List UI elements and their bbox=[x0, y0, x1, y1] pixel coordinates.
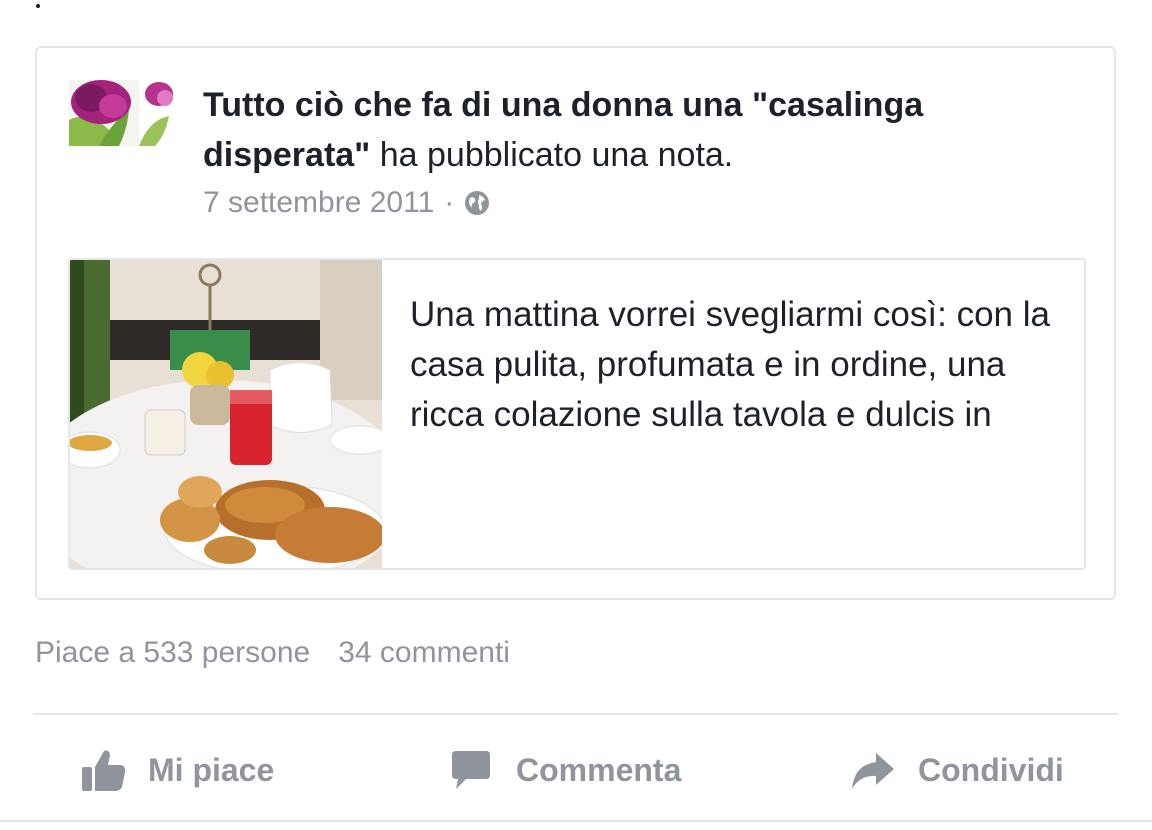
tulip-flower-photo bbox=[69, 80, 179, 146]
page-avatar[interactable] bbox=[69, 80, 179, 146]
post-card: Tutto ciò che fa di una donna una "casal… bbox=[35, 46, 1116, 600]
like-label: Mi piace bbox=[148, 751, 275, 788]
action-bar: Mi piace Commenta Condividi bbox=[0, 740, 1152, 800]
breakfast-table-photo bbox=[70, 260, 382, 568]
note-excerpt: Una mattina vorrei svegliarmi così: con … bbox=[410, 295, 1050, 434]
comment-bubble-icon bbox=[452, 751, 490, 789]
globe-icon[interactable] bbox=[464, 190, 490, 216]
comments-count[interactable]: 34 commenti bbox=[338, 636, 510, 670]
status-dot bbox=[36, 4, 40, 8]
share-label: Condividi bbox=[918, 751, 1064, 788]
divider bbox=[33, 713, 1118, 715]
thumbs-up-icon bbox=[82, 750, 126, 791]
share-arrow-icon bbox=[852, 753, 894, 789]
post-action-text: ha pubblicato una nota. bbox=[370, 136, 734, 174]
post-meta: 7 settembre 2011 · bbox=[203, 186, 490, 220]
share-button[interactable]: Condividi bbox=[850, 740, 1064, 800]
post-date[interactable]: 7 settembre 2011 bbox=[203, 186, 434, 220]
post-stats: Piace a 533 persone 34 commenti bbox=[35, 636, 510, 670]
comment-label: Commenta bbox=[516, 751, 682, 788]
post-headline: Tutto ciò che fa di una donna una "casal… bbox=[203, 80, 1083, 180]
likes-count[interactable]: Piace a 533 persone bbox=[35, 636, 310, 670]
comment-button[interactable]: Commenta bbox=[448, 740, 681, 800]
bottom-divider bbox=[0, 820, 1152, 822]
like-button[interactable]: Mi piace bbox=[80, 740, 274, 800]
meta-separator: · bbox=[444, 186, 455, 219]
note-attachment[interactable]: Una mattina vorrei svegliarmi così: con … bbox=[68, 258, 1086, 570]
